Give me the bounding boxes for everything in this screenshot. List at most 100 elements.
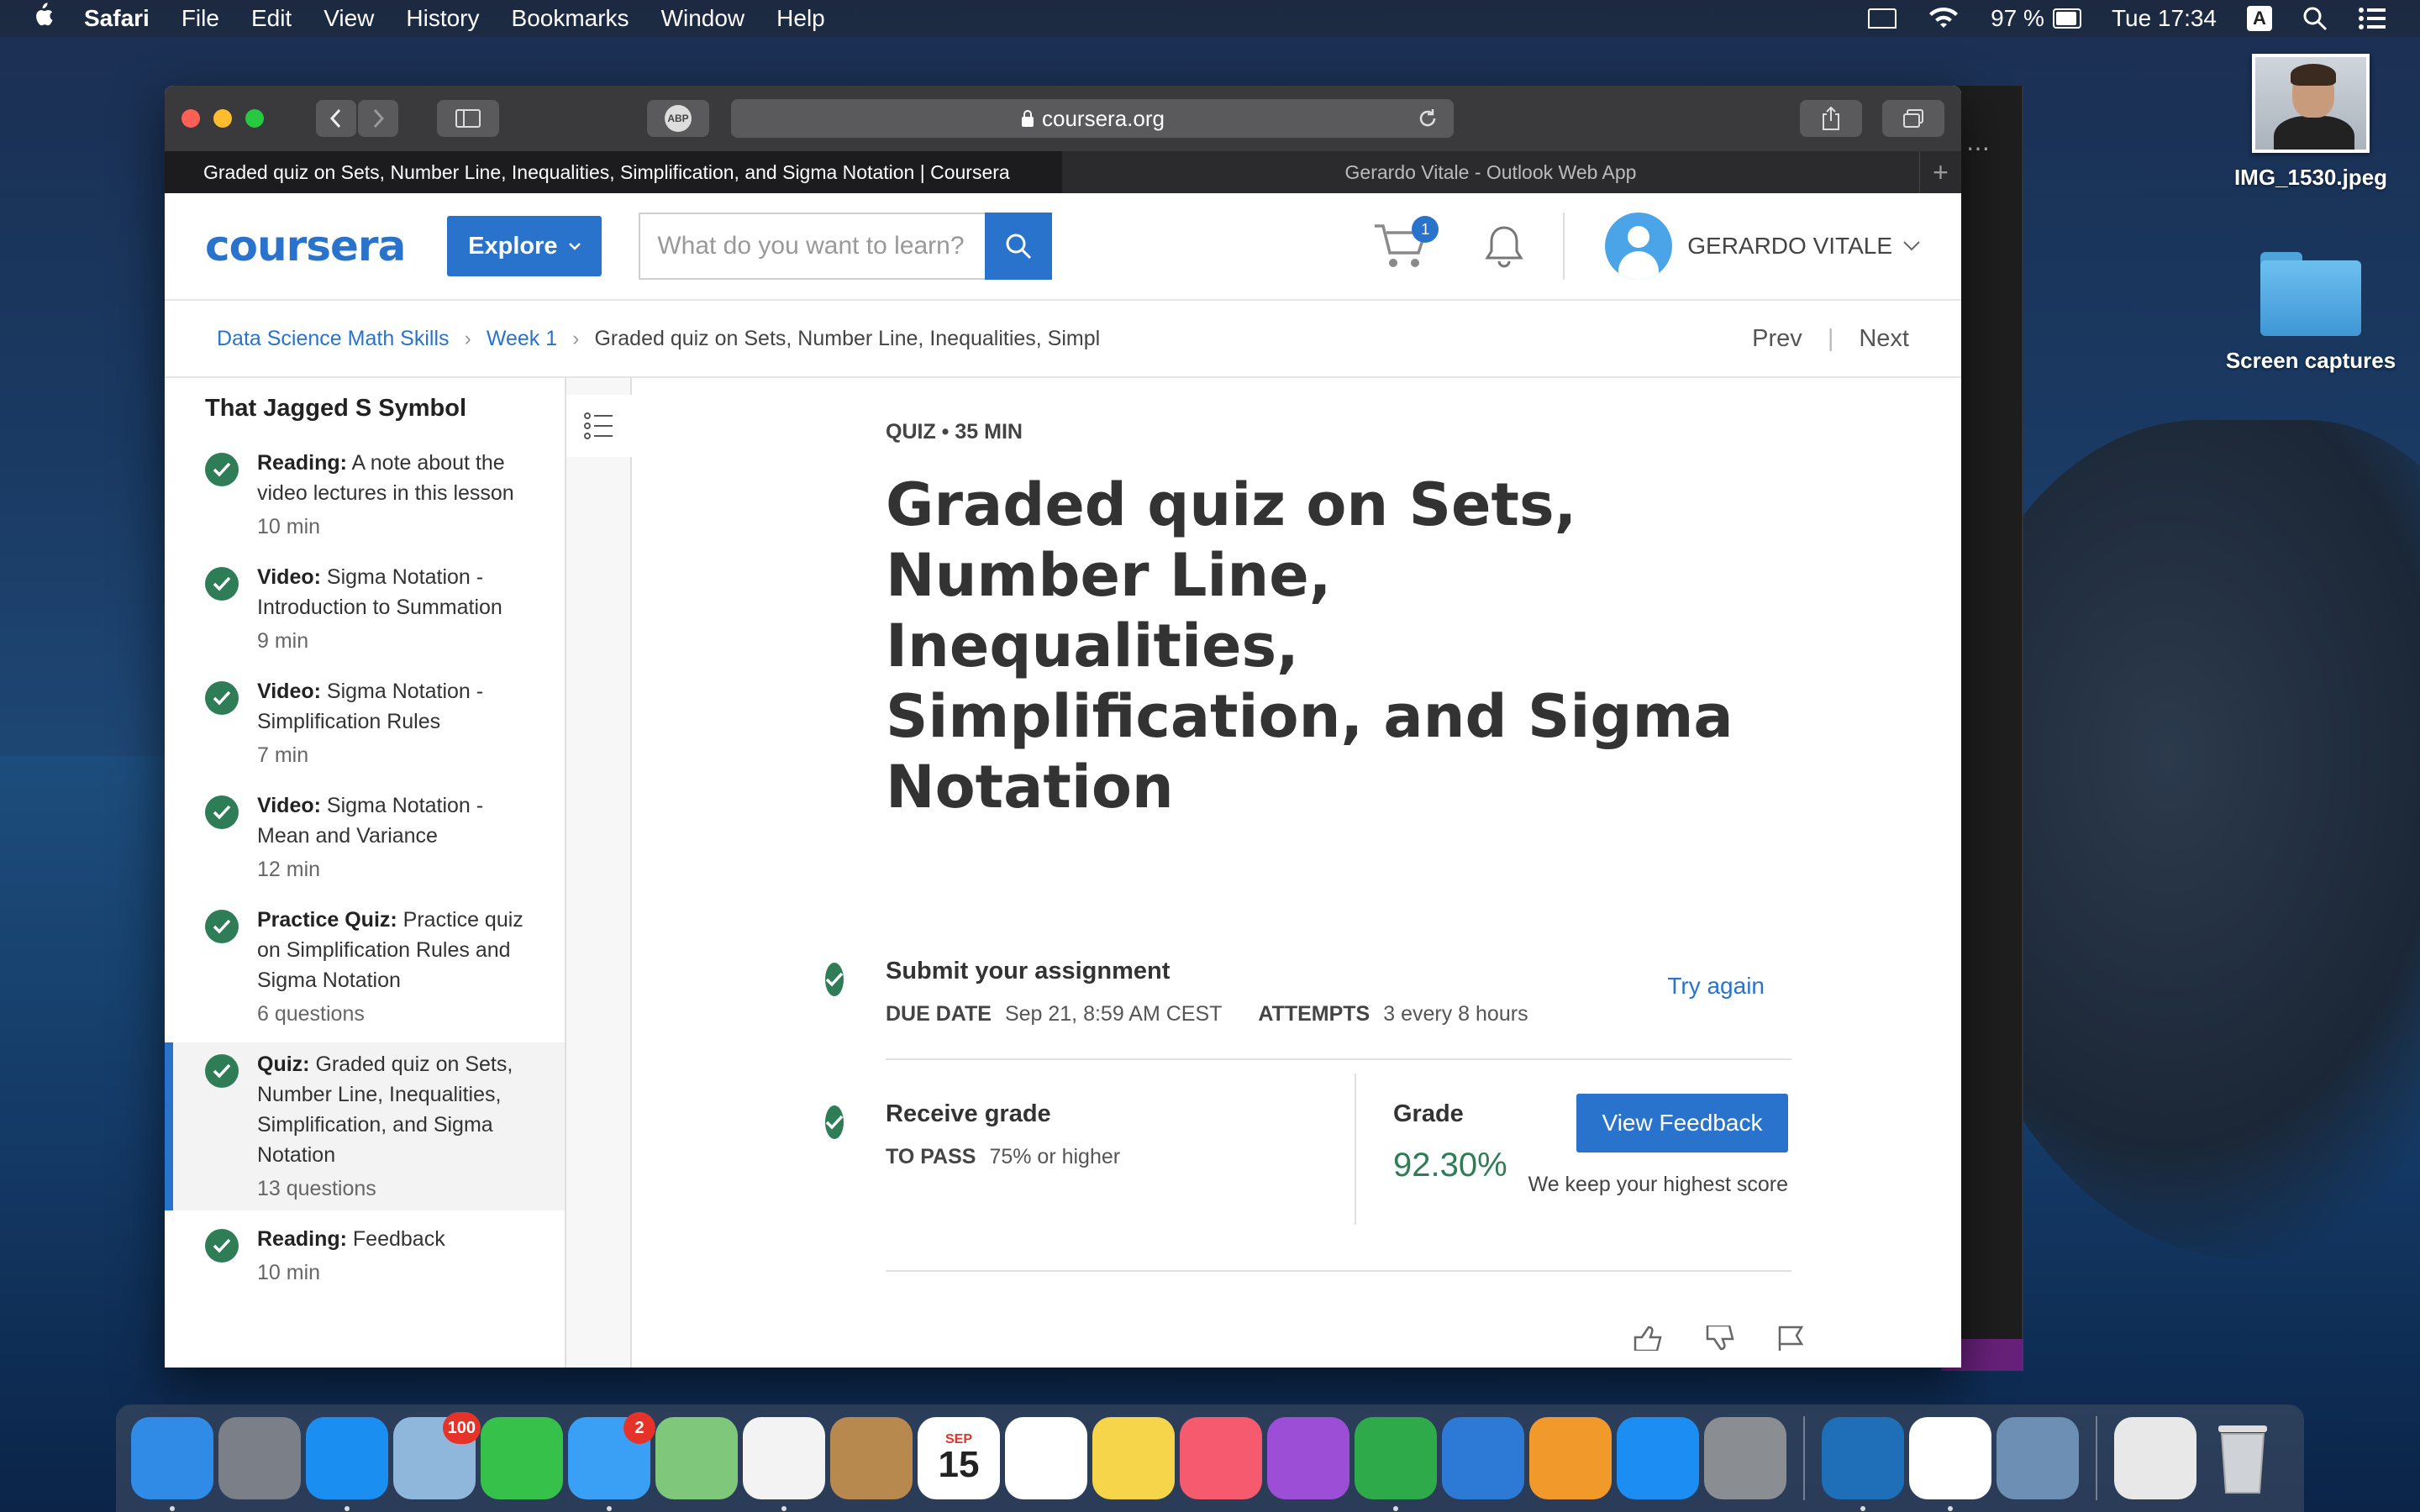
tab-outlook[interactable]: Gerardo Vitale - Outlook Web App <box>1062 151 1919 193</box>
adblock-extension-button[interactable]: ABP <box>647 100 709 137</box>
search-button[interactable] <box>985 213 1053 280</box>
sidebar-item[interactable]: Reading: Feedback 10 min <box>165 1217 565 1294</box>
new-tab-button[interactable]: + <box>1919 151 1961 193</box>
dock-facetime-icon[interactable] <box>481 1417 563 1499</box>
zoom-window-button[interactable] <box>245 109 264 128</box>
menu-bar: Safari File Edit View History Bookmarks … <box>0 0 2420 37</box>
menu-window[interactable]: Window <box>661 5 745 32</box>
tab-coursera-quiz[interactable]: Graded quiz on Sets, Number Line, Inequa… <box>165 151 1062 193</box>
dock-mail-icon[interactable]: 100 <box>393 1412 481 1499</box>
dock-vs-code-icon[interactable] <box>1822 1417 1904 1511</box>
menu-help[interactable]: Help <box>776 5 825 32</box>
menu-file[interactable]: File <box>182 5 219 32</box>
sidebar-item[interactable]: Video: Sigma Notation - Mean and Varianc… <box>165 784 565 891</box>
sidebar-item[interactable]: Quiz: Graded quiz on Sets, Number Line, … <box>165 1042 565 1210</box>
dock-calendar-icon[interactable]: SEP 15 <box>918 1417 1000 1499</box>
desktop-file-img1530[interactable]: IMG_1530.jpeg <box>2210 54 2412 191</box>
sidebar-item[interactable]: Practice Quiz: Practice quiz on Simplifi… <box>165 898 565 1036</box>
chevron-down-icon[interactable] <box>1902 240 1921 252</box>
apple-menu-icon[interactable] <box>0 2 84 35</box>
breadcrumb-course[interactable]: Data Science Math Skills <box>217 327 450 351</box>
dock-contacts-icon[interactable] <box>830 1417 913 1499</box>
sidebar-item-type: Video: <box>257 794 321 817</box>
check-circle-icon <box>825 1105 844 1139</box>
cart-button[interactable]: 1 <box>1373 216 1439 271</box>
dock-music-icon[interactable] <box>1180 1417 1262 1499</box>
explore-button[interactable]: Explore <box>447 216 602 276</box>
check-circle-icon <box>205 795 239 829</box>
folder-icon <box>2260 252 2361 336</box>
dock-keynote-icon[interactable] <box>1442 1417 1524 1499</box>
sidebar-item-type: Practice Quiz: <box>257 908 397 932</box>
dock-pages-icon[interactable] <box>1529 1417 1612 1499</box>
battery-status[interactable]: 97 % <box>1991 5 2081 32</box>
to-pass-label: TO PASS <box>886 1145 976 1168</box>
clock[interactable]: Tue 17:34 <box>2112 5 2217 32</box>
photo-icon <box>2252 54 2370 153</box>
breadcrumb-week[interactable]: Week 1 <box>487 327 557 351</box>
bell-icon[interactable] <box>1479 221 1529 271</box>
dock-app-store-icon[interactable] <box>1617 1417 1699 1499</box>
dock-trash-icon[interactable] <box>2202 1417 2284 1499</box>
share-button[interactable] <box>1800 100 1862 137</box>
dock-finder-icon[interactable] <box>131 1417 213 1511</box>
try-again-link[interactable]: Try again <box>1667 973 1765 1000</box>
tab-bar: Graded quiz on Sets, Number Line, Inequa… <box>165 151 1961 193</box>
sidebar-item[interactable]: Reading: A note about the video lectures… <box>165 441 565 549</box>
thumbs-up-icon[interactable] <box>1632 1326 1665 1351</box>
lock-icon <box>1022 110 1034 127</box>
dock-podcasts-icon[interactable] <box>1267 1417 1349 1499</box>
view-feedback-button[interactable]: View Feedback <box>1576 1094 1788 1152</box>
sidebar-item[interactable]: Video: Sigma Notation - Introduction to … <box>165 555 565 663</box>
tab-title: Graded quiz on Sets, Number Line, Inequa… <box>203 160 1010 183</box>
dock-system-preferences-icon[interactable] <box>1704 1417 1786 1499</box>
close-window-button[interactable] <box>182 109 200 128</box>
airplay-icon[interactable] <box>1868 8 1897 29</box>
submit-heading: Submit your assignment <box>886 958 1171 984</box>
user-name[interactable]: GERARDO VITALE <box>1687 233 1892 260</box>
coursera-logo[interactable]: coursera <box>205 222 406 270</box>
sidebar-item-text: Video: Sigma Notation - Simplification R… <box>257 676 534 770</box>
sidebar-toggle-tab[interactable] <box>566 395 632 457</box>
dock-photos-icon[interactable] <box>743 1417 825 1511</box>
back-button[interactable] <box>316 100 356 137</box>
minimize-window-button[interactable] <box>213 109 232 128</box>
menu-history[interactable]: History <box>406 5 479 32</box>
menu-edit[interactable]: Edit <box>251 5 292 32</box>
sidebar-item-title: Reading: A note about the video lectures… <box>257 448 534 508</box>
flag-icon[interactable] <box>1776 1326 1805 1351</box>
dock-reminders-icon[interactable] <box>1005 1417 1087 1499</box>
input-source-icon[interactable]: A <box>2247 6 2272 31</box>
dock-slack-icon[interactable] <box>1909 1417 1991 1511</box>
sidebar-toggle-button[interactable] <box>437 100 499 137</box>
wifi-icon[interactable] <box>1927 6 1960 31</box>
dock-safari-icon[interactable] <box>306 1417 388 1511</box>
menu-safari[interactable]: Safari <box>84 5 150 32</box>
next-link[interactable]: Next <box>1859 325 1909 353</box>
tab-overview-button[interactable] <box>1882 100 1944 137</box>
menu-view[interactable]: View <box>324 5 374 32</box>
address-bar[interactable]: coursera.org <box>731 99 1454 138</box>
prev-link[interactable]: Prev <box>1752 325 1802 353</box>
search-input[interactable]: What do you want to learn? <box>639 213 986 280</box>
thumbs-down-icon[interactable] <box>1704 1326 1738 1351</box>
dock-badge: 2 <box>623 1412 655 1444</box>
forward-button[interactable] <box>358 100 398 137</box>
dock-notes-icon[interactable] <box>1092 1417 1175 1499</box>
reload-icon[interactable] <box>1417 108 1439 129</box>
dock-maps-icon[interactable] <box>655 1417 738 1499</box>
menu-bookmarks[interactable]: Bookmarks <box>512 5 629 32</box>
desktop-folder-screen-captures[interactable]: Screen captures <box>2210 252 2412 374</box>
dock-messages-icon[interactable]: 2 <box>568 1412 655 1511</box>
sidebar-item[interactable]: Video: Sigma Notation - Simplification R… <box>165 669 565 777</box>
header-divider <box>1563 213 1565 280</box>
dock-numbers-icon[interactable] <box>1355 1417 1437 1511</box>
chevron-right-icon: › <box>572 326 580 350</box>
dock-preview-icon[interactable] <box>1996 1417 2079 1499</box>
spotlight-search-icon[interactable] <box>2302 6 2328 31</box>
notification-center-icon[interactable] <box>2358 7 2386 30</box>
dock-launchpad-icon[interactable] <box>218 1417 301 1499</box>
avatar[interactable] <box>1605 213 1673 280</box>
dock-minimized-window-icon[interactable] <box>2114 1417 2196 1499</box>
due-date-label: DUE DATE <box>886 1002 992 1026</box>
